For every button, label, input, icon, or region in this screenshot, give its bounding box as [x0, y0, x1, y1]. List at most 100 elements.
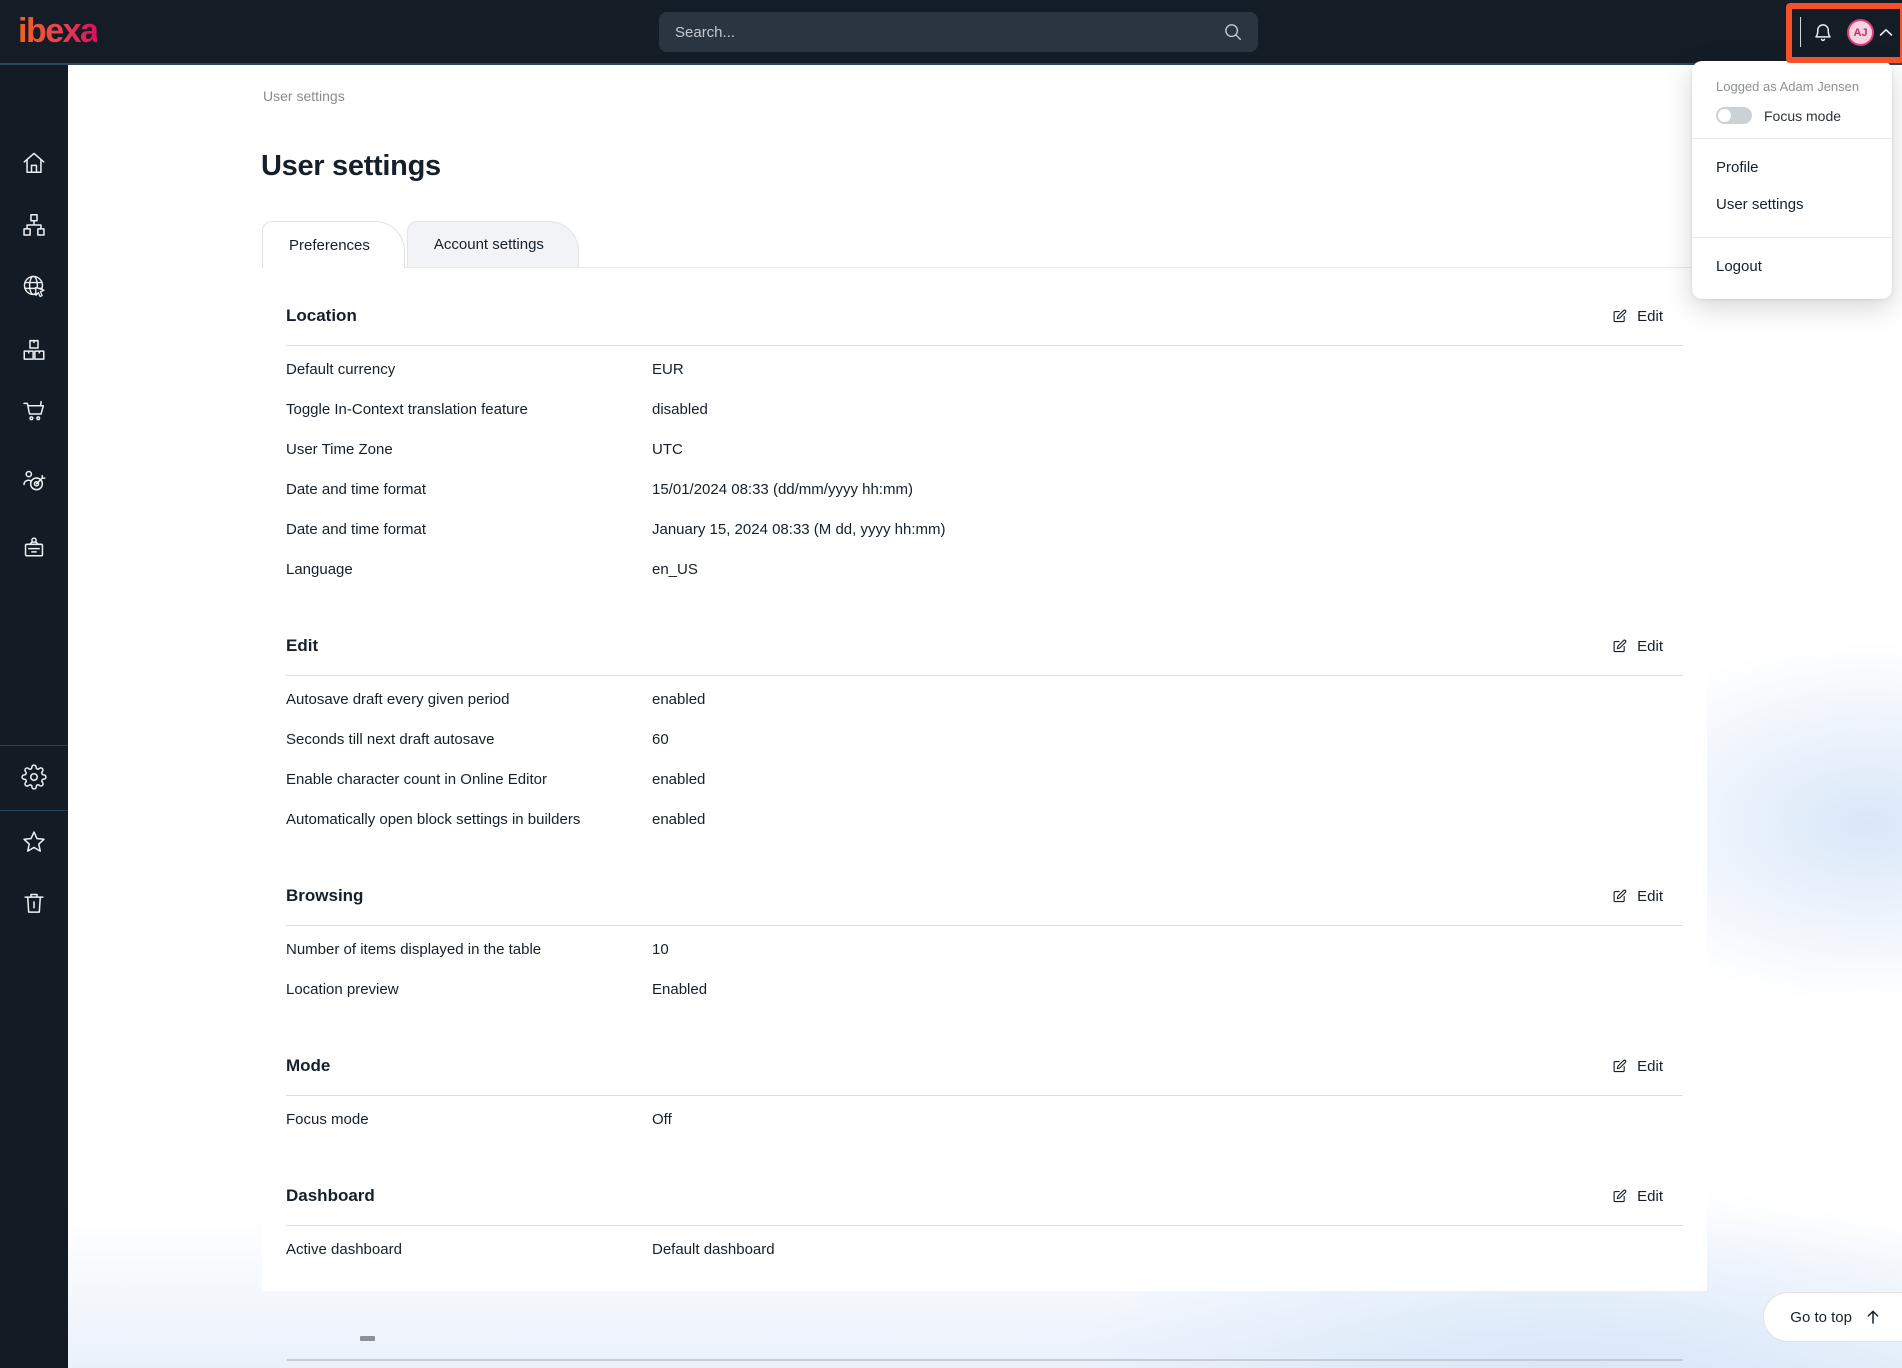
ibexa-logo[interactable]: ibexa: [18, 11, 97, 51]
edit-mode-button[interactable]: Edit: [1611, 1058, 1663, 1075]
setting-label: Autosave draft every given period: [286, 691, 652, 708]
edit-browsing-button[interactable]: Edit: [1611, 888, 1663, 905]
section-dashboard: Dashboard Edit Active dashboard Default …: [286, 1184, 1683, 1269]
tab-preferences[interactable]: Preferences: [262, 221, 405, 268]
setting-value: 60: [652, 731, 1683, 748]
tab-label: Preferences: [289, 237, 370, 254]
sidebar-separator: [0, 810, 68, 811]
setting-label: Date and time format: [286, 481, 652, 498]
search-input[interactable]: [673, 23, 1212, 42]
next-section-top-border: [287, 1359, 1683, 1361]
globe-cursor-icon[interactable]: [14, 266, 54, 306]
setting-value: January 15, 2024 08:33 (M dd, yyyy hh:mm…: [652, 521, 1683, 538]
edit-label: Edit: [1637, 308, 1663, 325]
focus-mode-label: Focus mode: [1764, 108, 1841, 124]
section-title: Dashboard: [286, 1186, 375, 1206]
section-browsing: Browsing Edit Number of items displayed …: [286, 884, 1683, 1009]
setting-value: 10: [652, 941, 1683, 958]
search-icon[interactable]: [1222, 21, 1244, 43]
topbar-divider: [1800, 17, 1801, 47]
topbar: ibexa AJ: [0, 0, 1902, 65]
edit-label: Edit: [1637, 638, 1663, 655]
star-icon[interactable]: [14, 822, 54, 862]
section-divider: [286, 1225, 1683, 1226]
setting-value: Enabled: [652, 981, 1683, 998]
section-divider: [286, 1095, 1683, 1096]
setting-label: Enable character count in Online Editor: [286, 771, 652, 788]
setting-value: enabled: [652, 811, 1683, 828]
menu-divider: [1692, 237, 1892, 238]
section-divider: [286, 675, 1683, 676]
breadcrumb: User settings: [263, 88, 345, 104]
settings-row: Number of items displayed in the table 1…: [286, 929, 1683, 969]
settings-row: Toggle In-Context translation feature di…: [286, 389, 1683, 429]
user-avatar[interactable]: AJ: [1847, 19, 1874, 46]
global-search[interactable]: [659, 12, 1258, 52]
edit-dashboard-button[interactable]: Edit: [1611, 1188, 1663, 1205]
settings-row: Seconds till next draft autosave 60: [286, 719, 1683, 759]
settings-gear-icon[interactable]: [14, 757, 54, 797]
settings-row: Date and time format 15/01/2024 08:33 (d…: [286, 469, 1683, 509]
settings-row: Automatically open block settings in bui…: [286, 799, 1683, 839]
toggle-knob: [1718, 109, 1731, 122]
edit-pencil-icon: [1611, 638, 1628, 655]
home-icon[interactable]: [14, 143, 54, 183]
setting-label: Active dashboard: [286, 1241, 652, 1258]
shopping-cart-icon[interactable]: [14, 391, 54, 431]
setting-label: Toggle In-Context translation feature: [286, 401, 652, 418]
setting-label: Language: [286, 561, 652, 578]
menu-item-profile[interactable]: Profile: [1692, 149, 1892, 186]
setting-value: 15/01/2024 08:33 (dd/mm/yyyy hh:mm): [652, 481, 1683, 498]
edit-location-button[interactable]: Edit: [1611, 308, 1663, 325]
trash-icon[interactable]: [14, 883, 54, 923]
section-title: Location: [286, 306, 357, 326]
section-divider: [286, 345, 1683, 346]
section-mode: Mode Edit Focus mode Off: [286, 1054, 1683, 1139]
setting-label: Number of items displayed in the table: [286, 941, 652, 958]
setting-label: User Time Zone: [286, 441, 652, 458]
chevron-up-icon[interactable]: [1879, 28, 1893, 37]
edit-pencil-icon: [1611, 308, 1628, 325]
setting-value: Off: [652, 1111, 1683, 1128]
settings-row: Enable character count in Online Editor …: [286, 759, 1683, 799]
setting-label: Seconds till next draft autosave: [286, 731, 652, 748]
page-title: User settings: [261, 150, 441, 183]
main-sidebar: [0, 63, 68, 1368]
setting-label: Focus mode: [286, 1111, 652, 1128]
edit-pencil-icon: [1611, 1058, 1628, 1075]
menu-divider: [1692, 138, 1892, 139]
packages-icon[interactable]: [14, 330, 54, 370]
menu-item-user-settings[interactable]: User settings: [1692, 186, 1892, 223]
section-edit: Edit Edit Autosave draft every given per…: [286, 634, 1683, 839]
preferences-panel: Location Edit Default currency EUR Toggl…: [262, 267, 1707, 1291]
setting-label: Location preview: [286, 981, 652, 998]
tab-account-settings[interactable]: Account settings: [407, 221, 579, 267]
logged-as-text: Logged as Adam Jensen: [1692, 79, 1892, 94]
menu-item-logout[interactable]: Logout: [1692, 248, 1892, 285]
section-location: Location Edit Default currency EUR Toggl…: [286, 304, 1683, 589]
audience-target-icon[interactable]: [14, 461, 54, 501]
settings-tabs: Preferences Account settings: [262, 221, 579, 267]
setting-value: enabled: [652, 691, 1683, 708]
setting-value: disabled: [652, 401, 1683, 418]
setting-label: Automatically open block settings in bui…: [286, 811, 652, 828]
sitemap-icon[interactable]: [14, 205, 54, 245]
notifications-bell-icon[interactable]: [1810, 19, 1836, 45]
settings-row: Date and time format January 15, 2024 08…: [286, 509, 1683, 549]
avatar-initials: AJ: [1853, 27, 1867, 39]
go-to-top-button[interactable]: Go to top: [1763, 1292, 1902, 1342]
setting-value: enabled: [652, 771, 1683, 788]
edit-edit-section-button[interactable]: Edit: [1611, 638, 1663, 655]
arrow-up-icon: [1864, 1308, 1882, 1326]
badge-icon[interactable]: [14, 528, 54, 568]
sidebar-separator: [0, 745, 68, 746]
settings-row: Focus mode Off: [286, 1099, 1683, 1139]
settings-row: Autosave draft every given period enable…: [286, 679, 1683, 719]
setting-label: Default currency: [286, 361, 652, 378]
edit-label: Edit: [1637, 1058, 1663, 1075]
section-title: Mode: [286, 1056, 330, 1076]
section-title: Browsing: [286, 886, 363, 906]
user-dropdown-menu: Logged as Adam Jensen Focus mode Profile…: [1692, 61, 1892, 299]
focus-mode-toggle[interactable]: [1716, 107, 1752, 124]
setting-value: UTC: [652, 441, 1683, 458]
